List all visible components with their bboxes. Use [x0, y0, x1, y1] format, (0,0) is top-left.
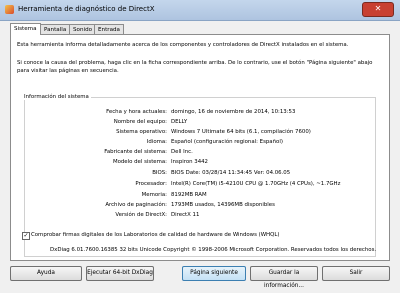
system-info-title: Información del sistema: [22, 94, 91, 100]
info-value: 1793MB usados, 14396MB disponibles: [171, 202, 275, 208]
info-row-directx: Versión de DirectX: DirectX 11: [24, 212, 374, 220]
info-label: Memoria:: [141, 192, 167, 198]
info-row-date: Fecha y hora actuales: domingo, 16 de no…: [24, 109, 374, 117]
copyright-footer: DxDiag 6.01.7600.16385 32 bits Unicode C…: [50, 247, 377, 253]
title-bar: Herramienta de diagnóstico de DirectX ✕: [0, 0, 400, 21]
info-value: DELLY: [171, 119, 188, 125]
info-label: Modelo del sistema:: [112, 159, 167, 165]
info-row-os: Sistema operativo: Windows 7 Ultimate 64…: [24, 129, 374, 137]
help-button[interactable]: Ayuda: [10, 266, 82, 281]
exit-button[interactable]: Salir: [322, 266, 390, 281]
info-label: Procesador:: [135, 181, 167, 187]
intro-text: Esta herramienta informa detalladamente …: [17, 42, 349, 48]
info-value: Inspiron 3442: [171, 159, 208, 165]
info-value: Español (configuración regional: Español…: [171, 139, 283, 145]
info-value: BIOS Date: 03/28/14 11:34:45 Ver: 04.06.…: [171, 170, 291, 176]
info-label: Nombre del equipo:: [113, 119, 167, 125]
info-label: Versión de DirectX:: [115, 212, 167, 218]
info-label: Fecha y hora actuales:: [106, 109, 167, 115]
close-button[interactable]: ✕: [362, 2, 394, 17]
info-row-memory: Memoria: 8192MB RAM: [24, 192, 374, 200]
info-row-model: Modelo del sistema: Inspiron 3442: [24, 159, 374, 167]
next-page-button[interactable]: Página siguiente: [182, 266, 246, 281]
info-value: Dell Inc.: [171, 149, 193, 155]
info-value: DirectX 11: [171, 212, 200, 218]
info-value: 8192MB RAM: [171, 192, 207, 198]
whql-checkbox[interactable]: ✓: [22, 232, 30, 240]
info-row-computer-name: Nombre del equipo: DELLY: [24, 119, 374, 127]
tab-sistema[interactable]: Sistema: [10, 23, 41, 35]
info-label: Archivo de paginación:: [105, 202, 167, 208]
info-value: Windows 7 Ultimate 64 bits (6.1, compila…: [171, 129, 311, 135]
directx-app-icon: [5, 5, 14, 14]
info-value: domingo, 16 de noviembre de 2014, 10:13:…: [171, 109, 296, 115]
info-label: Sistema operativo:: [116, 129, 167, 135]
info-label: Idioma:: [146, 139, 167, 145]
info-row-pagefile: Archivo de paginación: 1793MB usados, 14…: [24, 202, 374, 210]
window-title: Herramienta de diagnóstico de DirectX: [18, 5, 155, 13]
info-label: Fabricante del sistema:: [104, 149, 167, 155]
whql-check-label: Comprobar firmas digitales de los Labora…: [31, 232, 280, 238]
info-label: BIOS:: [152, 170, 167, 176]
info-row-language: Idioma: Español (configuración regional:…: [24, 139, 374, 147]
run-64bit-dxdiag-button[interactable]: Ejecutar 64-bit DxDiag: [86, 266, 154, 281]
info-value: Intel(R) Core(TM) i5-4210U CPU @ 1.70GHz…: [171, 181, 341, 187]
info-row-processor: Procesador: Intel(R) Core(TM) i5-4210U C…: [24, 181, 374, 189]
info-row-manufacturer: Fabricante del sistema: Dell Inc.: [24, 149, 374, 157]
save-info-button[interactable]: Guardar la información...: [250, 266, 318, 289]
info-row-bios: BIOS: BIOS Date: 03/28/14 11:34:45 Ver: …: [24, 170, 374, 178]
intro-instructions: Si conoce la causa del problema, haga cl…: [17, 60, 373, 74]
